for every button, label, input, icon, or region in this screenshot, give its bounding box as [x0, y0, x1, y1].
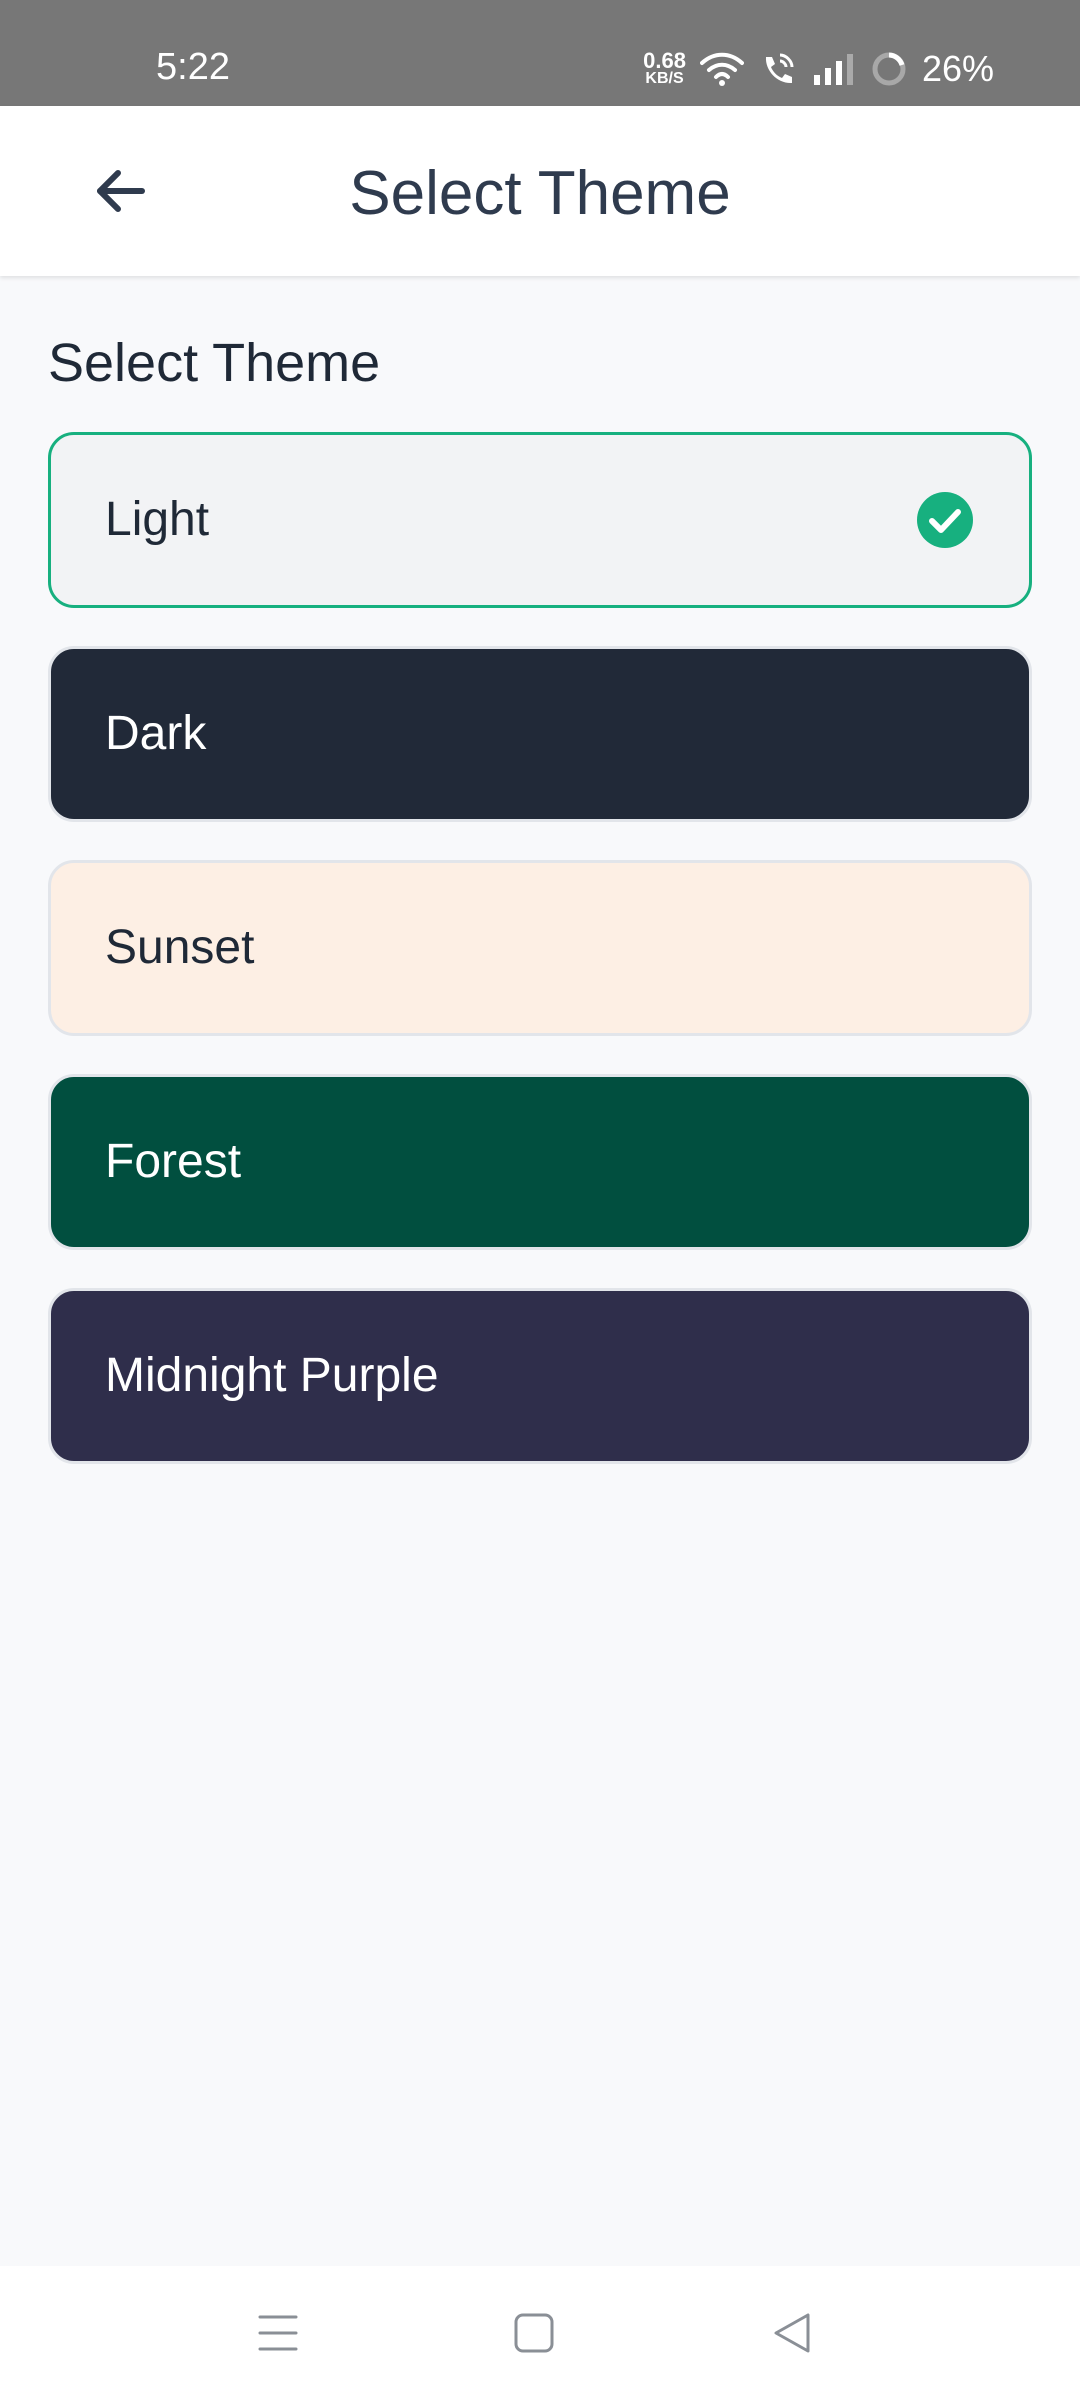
nav-menu-button[interactable]: [238, 2300, 318, 2366]
section-title: Select Theme: [48, 333, 381, 393]
theme-label: Light: [105, 493, 210, 546]
status-bar: 5:22 0.68 KB/S 26%: [0, 0, 1080, 106]
theme-label: Sunset: [105, 921, 255, 974]
theme-label: Dark: [105, 707, 207, 760]
theme-option-forest[interactable]: Forest: [48, 1074, 1032, 1250]
nav-home-button[interactable]: [494, 2300, 574, 2366]
battery-percentage: 26%: [921, 48, 994, 89]
signal-icon: [813, 54, 853, 85]
status-icons: 0.68 KB/S 26%: [643, 50, 994, 88]
menu-icon: [258, 2315, 298, 2351]
status-time: 5:22: [156, 46, 230, 88]
page-title: Select Theme: [349, 159, 731, 228]
wifi-calling-icon: [765, 53, 794, 84]
nav-back-button[interactable]: [752, 2300, 832, 2366]
app-bar: Select Theme: [0, 106, 1080, 276]
network-speed-unit: KB/S: [645, 70, 684, 87]
theme-option-dark[interactable]: Dark: [48, 646, 1032, 822]
theme-option-sunset[interactable]: Sunset: [48, 860, 1032, 1036]
theme-option-midnight-purple[interactable]: Midnight Purple: [48, 1288, 1032, 1464]
theme-list: Light Dark Sunset Forest Midnight Purple: [48, 432, 1032, 1464]
triangle-back-icon: [774, 2313, 810, 2353]
theme-option-light[interactable]: Light: [48, 432, 1032, 608]
check-circle-icon: [917, 492, 973, 548]
square-home-icon: [514, 2313, 554, 2353]
system-nav-bar: [0, 2266, 1080, 2400]
theme-label: Forest: [105, 1135, 242, 1188]
theme-label: Midnight Purple: [105, 1349, 439, 1402]
wifi-icon: [699, 52, 744, 86]
network-speed-value: 0.68: [643, 48, 686, 73]
theme-content: Select Theme Light Dark Sunset Forest Mi…: [48, 276, 1032, 1464]
battery-ring-icon: [872, 52, 906, 86]
network-speed: 0.68 KB/S: [643, 48, 686, 87]
